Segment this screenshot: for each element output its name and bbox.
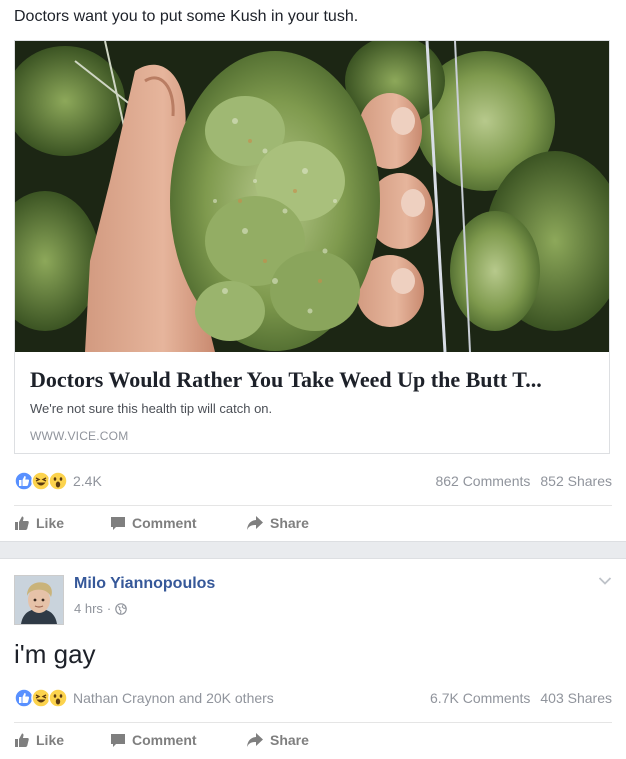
comment-button[interactable]: Comment [110, 515, 246, 531]
status-text: i'm gay [14, 639, 96, 669]
link-preview-image[interactable] [15, 41, 609, 352]
like-label: Like [36, 515, 65, 531]
share-icon [247, 516, 263, 530]
divider [14, 505, 612, 506]
globe-icon[interactable] [115, 602, 128, 615]
comment-label: Comment [132, 515, 197, 531]
meta-separator: · [106, 601, 112, 616]
reaction-count[interactable]: 2.4K [73, 473, 102, 489]
shares-count[interactable]: 403 Shares [540, 690, 612, 706]
link-title[interactable]: Doctors Would Rather You Take Weed Up th… [30, 366, 600, 394]
share-label: Share [270, 515, 309, 531]
comment-icon [111, 517, 125, 530]
comments-count[interactable]: 6.7K Comments [430, 690, 530, 706]
comment-label: Comment [132, 732, 197, 748]
reactions-bar: Nathan Craynon and 20K others 6.7K Comme… [14, 687, 612, 709]
reactions-bar: 2.4K 862 Comments 852 Shares [14, 470, 612, 492]
share-button[interactable]: Share [246, 732, 309, 748]
author-name[interactable]: Milo Yiannopoulos [74, 575, 215, 593]
post-actions: Like Comment Share [14, 508, 612, 538]
wow-icon [48, 471, 68, 491]
link-description: We're not sure this health tip will catc… [30, 401, 273, 416]
post-meta: 4 hrs · [74, 601, 128, 616]
post-card-vice: Doctors want you to put some Kush in you… [0, 0, 626, 542]
share-button[interactable]: Share [246, 515, 309, 531]
like-button[interactable]: Like [14, 515, 110, 531]
comment-icon [111, 734, 125, 747]
wow-icon [48, 688, 68, 708]
post-timestamp[interactable]: 4 hrs [74, 601, 103, 616]
comment-button[interactable]: Comment [110, 732, 246, 748]
thumbs-up-icon [15, 733, 29, 747]
reaction-icons[interactable] [14, 688, 68, 708]
post-card-status: Milo Yiannopoulos 4 hrs · i'm gay Nathan… [0, 558, 626, 759]
like-button[interactable]: Like [14, 732, 110, 748]
divider [14, 722, 612, 723]
post-actions: Like Comment Share [14, 725, 612, 755]
reaction-icons[interactable] [14, 471, 68, 491]
post-caption: Doctors want you to put some Kush in you… [14, 8, 359, 25]
thumbs-up-icon [15, 516, 29, 530]
link-preview-card[interactable]: Doctors Would Rather You Take Weed Up th… [14, 40, 610, 454]
chevron-down-icon[interactable] [598, 573, 612, 591]
cannabis-photo [15, 41, 609, 352]
share-label: Share [270, 732, 309, 748]
reaction-summary[interactable]: Nathan Craynon and 20K others [73, 690, 274, 706]
profile-photo [15, 576, 63, 624]
avatar[interactable] [14, 575, 64, 625]
like-label: Like [36, 732, 65, 748]
comments-count[interactable]: 862 Comments [435, 473, 530, 489]
link-domain: WWW.VICE.COM [30, 429, 129, 443]
shares-count[interactable]: 852 Shares [540, 473, 612, 489]
share-icon [247, 733, 263, 747]
